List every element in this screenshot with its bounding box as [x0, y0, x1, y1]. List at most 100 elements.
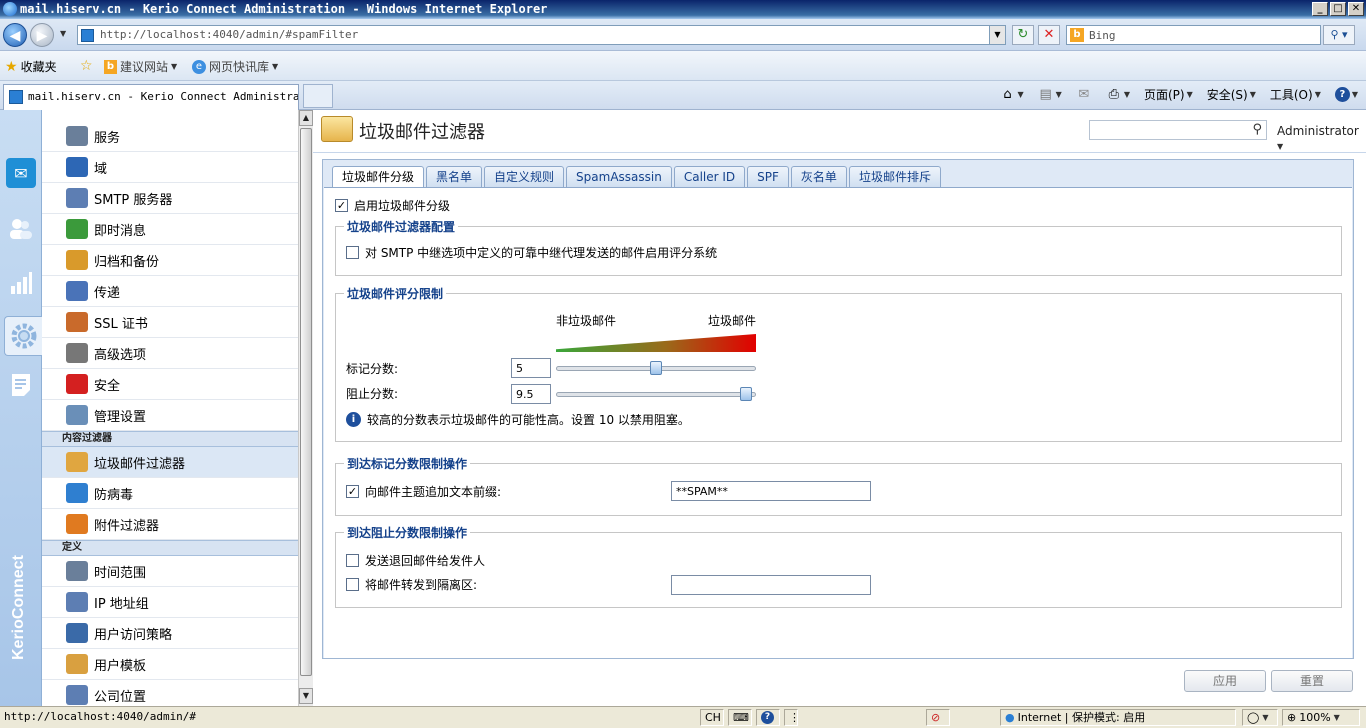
- sidebar-item[interactable]: 用户访问策略: [42, 618, 298, 649]
- back-button[interactable]: ◀: [3, 23, 27, 47]
- popup-blocked-icon[interactable]: ⊘: [926, 709, 950, 726]
- sidebar-item[interactable]: 高级选项: [42, 338, 298, 369]
- header-search-input[interactable]: ⚲: [1089, 120, 1267, 140]
- bounce-checkbox[interactable]: [346, 554, 359, 567]
- sidebar-item[interactable]: 即时消息: [42, 214, 298, 245]
- apply-button[interactable]: 应用: [1184, 670, 1266, 692]
- minimize-button[interactable]: _: [1312, 2, 1328, 16]
- sidebar-item[interactable]: 附件过滤器: [42, 509, 298, 540]
- security-zone[interactable]: ● Internet | 保护模式: 启用: [1000, 709, 1236, 726]
- tab-spam-rating[interactable]: 垃圾邮件分级: [332, 166, 425, 188]
- scroll-down-button[interactable]: ▼: [299, 688, 313, 704]
- ime-help-icon[interactable]: ?: [756, 709, 780, 726]
- quarantine-row[interactable]: 将邮件转发到隔离区:: [346, 576, 477, 593]
- sidebar-item[interactable]: 垃圾邮件过滤器: [42, 447, 298, 478]
- subject-prefix-checkbox[interactable]: ✓: [346, 485, 359, 498]
- configuration-module-icon[interactable]: [4, 316, 42, 356]
- history-dropdown[interactable]: ▼: [60, 29, 66, 38]
- user-menu[interactable]: Administrator ▼: [1277, 124, 1366, 152]
- tab-spamassassin[interactable]: SpamAssassin: [566, 166, 672, 187]
- enable-rating-checkbox[interactable]: ✓: [335, 199, 348, 212]
- sidebar-item[interactable]: 公司位置: [42, 680, 298, 706]
- mail-module-icon[interactable]: ✉: [6, 158, 36, 188]
- address-text[interactable]: http://localhost:4040/admin/#spamFilter: [100, 28, 358, 41]
- print-button[interactable]: ⎙ ▼: [1106, 87, 1130, 103]
- page-menu[interactable]: 页面(P) ▼: [1144, 86, 1193, 103]
- filter-config-group: 垃圾邮件过滤器配置 对 SMTP 中继选项中定义的可靠中继代理发送的邮件启用评分…: [335, 218, 1342, 276]
- sidebar-item[interactable]: 安全: [42, 369, 298, 400]
- sidebar-item[interactable]: 用户模板: [42, 649, 298, 680]
- sidebar-item[interactable]: SMTP 服务器: [42, 183, 298, 214]
- sidebar-item[interactable]: 传递: [42, 276, 298, 307]
- ime-options-icon[interactable]: ⋮: [784, 709, 800, 726]
- protected-mode-button[interactable]: ◯ ▼: [1242, 709, 1278, 726]
- scroll-up-button[interactable]: ▲: [299, 110, 313, 126]
- read-mail-button[interactable]: ✉: [1076, 87, 1092, 103]
- refresh-button[interactable]: ↻: [1012, 25, 1034, 45]
- bounce-row[interactable]: 发送退回邮件给发件人: [346, 552, 485, 569]
- tab-greylisting[interactable]: 灰名单: [790, 166, 847, 187]
- magnifier-icon[interactable]: ⚲: [1252, 122, 1262, 137]
- reset-button[interactable]: 重置: [1271, 670, 1353, 692]
- tag-score-slider-thumb[interactable]: [650, 361, 662, 375]
- trusted-relay-row[interactable]: 对 SMTP 中继选项中定义的可靠中继代理发送的邮件启用评分系统: [346, 244, 717, 261]
- forward-button[interactable]: ▶: [30, 23, 54, 47]
- sidebar-item[interactable]: IP 地址组: [42, 587, 298, 618]
- browser-tab-bar: mail.hiserv.cn - Kerio Connect Administr…: [0, 81, 1366, 110]
- tab-custom-rules[interactable]: 自定义规则: [484, 166, 565, 187]
- sidebar-item[interactable]: 管理设置: [42, 400, 298, 431]
- sidebar-item[interactable]: 服务: [42, 121, 298, 152]
- block-score-slider-thumb[interactable]: [740, 387, 752, 401]
- feeds-button[interactable]: ▤ ▼: [1038, 87, 1062, 103]
- trusted-relay-checkbox[interactable]: [346, 246, 359, 259]
- users-module-icon[interactable]: [6, 214, 36, 244]
- chevron-down-icon: ▼: [1055, 90, 1062, 99]
- enable-rating-row[interactable]: ✓ 启用垃圾邮件分级: [335, 197, 450, 214]
- tab-spam-repellent[interactable]: 垃圾邮件排斥: [848, 166, 941, 187]
- sidebar-item[interactable]: SSL 证书: [42, 307, 298, 338]
- subject-prefix-row[interactable]: ✓ 向邮件主题追加文本前缀:: [346, 483, 501, 500]
- maximize-button[interactable]: □: [1330, 2, 1346, 16]
- tools-menu[interactable]: 工具(O) ▼: [1270, 86, 1321, 103]
- web-slice-gallery-link[interactable]: e 网页快讯库 ▼: [192, 58, 278, 75]
- window-title-bar: mail.hiserv.cn - Kerio Connect Administr…: [0, 0, 1366, 19]
- sidebar-item[interactable]: 时间范围: [42, 556, 298, 587]
- nav-scrollbar[interactable]: ▲ ▼: [298, 110, 313, 706]
- home-button[interactable]: ⌂ ▼: [1000, 87, 1023, 103]
- chevron-down-icon: ▼: [1186, 90, 1193, 99]
- address-input[interactable]: http://localhost:4040/admin/#spamFilter …: [77, 25, 1006, 45]
- tab-blacklist[interactable]: 黑名单: [426, 166, 483, 187]
- add-favorite-button[interactable]: ☆: [80, 58, 93, 74]
- quarantine-checkbox[interactable]: [346, 578, 359, 591]
- sidebar-item[interactable]: 防病毒: [42, 478, 298, 509]
- sidebar-item[interactable]: 归档和备份: [42, 245, 298, 276]
- add-favorite-icon: ☆: [80, 58, 93, 74]
- status-bar: http://localhost:4040/admin/# CH ⌨ ? ⋮ ⊘…: [0, 706, 1366, 728]
- block-score-slider[interactable]: [556, 392, 756, 397]
- sidebar-item[interactable]: 域: [42, 152, 298, 183]
- quarantine-input[interactable]: [671, 575, 871, 595]
- block-score-label: 阻止分数:: [346, 387, 399, 401]
- safety-menu[interactable]: 安全(S) ▼: [1207, 86, 1256, 103]
- subject-prefix-input[interactable]: **SPAM**: [671, 481, 871, 501]
- tab-caller-id[interactable]: Caller ID: [673, 166, 746, 187]
- browser-tab-active[interactable]: mail.hiserv.cn - Kerio Connect Administr…: [3, 84, 299, 110]
- zoom-control[interactable]: ⊕ 100% ▼: [1282, 709, 1360, 726]
- address-dropdown[interactable]: ▼: [989, 26, 1005, 44]
- tag-score-input[interactable]: 5: [511, 358, 551, 378]
- close-window-button[interactable]: ✕: [1348, 2, 1364, 16]
- new-tab-button[interactable]: [303, 84, 333, 108]
- tab-spf[interactable]: SPF: [747, 166, 789, 187]
- search-input[interactable]: b Bing: [1066, 25, 1321, 45]
- statistics-module-icon[interactable]: [6, 268, 36, 298]
- suggested-sites-link[interactable]: b 建议网站 ▼: [104, 58, 177, 75]
- block-score-input[interactable]: 9.5: [511, 384, 551, 404]
- stop-button[interactable]: ✕: [1038, 25, 1060, 45]
- ime-indicator[interactable]: CH: [700, 709, 724, 726]
- search-button[interactable]: ⚲ ▾: [1323, 25, 1355, 45]
- favorites-button[interactable]: ★ 收藏夹: [5, 58, 57, 75]
- keyboard-icon[interactable]: ⌨: [728, 709, 752, 726]
- scroll-thumb[interactable]: [300, 128, 312, 676]
- help-button[interactable]: ? ▼: [1334, 87, 1358, 102]
- logs-module-icon[interactable]: [6, 370, 36, 400]
